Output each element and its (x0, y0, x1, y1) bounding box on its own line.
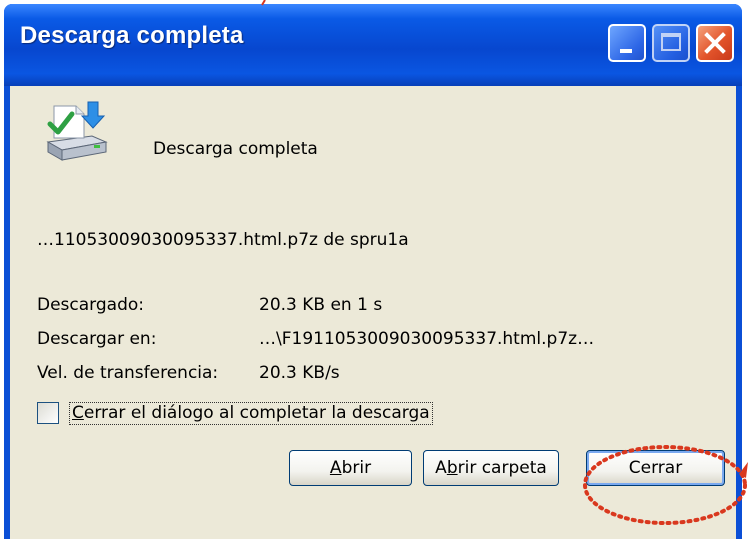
downloaded-file-name: …11053009030095337.html.p7z de spru1a (37, 230, 409, 250)
download-complete-icon (46, 101, 108, 161)
download-to-label: Descargar en: (37, 329, 157, 349)
window-title: Descarga completa (20, 22, 244, 49)
minimize-button[interactable] (608, 24, 646, 62)
transfer-rate-value: 20.3 KB/s (259, 363, 340, 383)
close-window-button[interactable] (696, 24, 734, 62)
downloaded-label: Descargado: (37, 295, 144, 315)
close-icon (704, 32, 726, 54)
open-folder-button[interactable]: Abrir carpeta (423, 450, 559, 486)
download-to-value: …\F1911053009030095337.html.p7z… (259, 329, 595, 349)
close-on-complete-label[interactable]: Cerrar el diálogo al completar la descar… (69, 402, 433, 425)
close-on-complete-checkbox[interactable] (37, 402, 59, 424)
open-button[interactable]: Abrir (289, 450, 412, 486)
maximize-icon (661, 33, 681, 51)
maximize-button (652, 24, 690, 62)
download-complete-dialog: Descarga completa Descarga completa …110… (4, 4, 742, 539)
close-button[interactable]: Cerrar (586, 450, 725, 486)
transfer-rate-label: Vel. de transferencia: (37, 363, 219, 383)
status-heading: Descarga completa (153, 139, 318, 159)
title-bar[interactable]: Descarga completa (4, 4, 742, 86)
downloaded-value: 20.3 KB en 1 s (259, 295, 383, 315)
dialog-body: Descarga completa …11053009030095337.htm… (10, 86, 736, 539)
minimize-icon (620, 49, 632, 53)
